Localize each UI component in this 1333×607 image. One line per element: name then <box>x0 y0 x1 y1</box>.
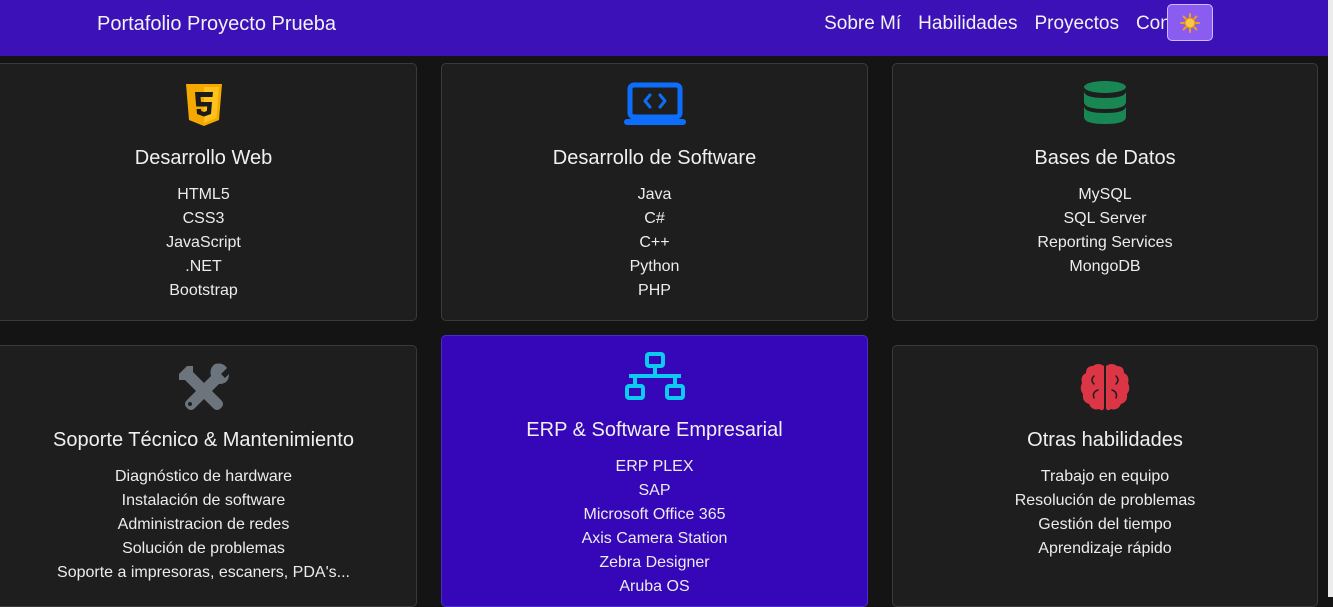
card-title: ERP & Software Empresarial <box>526 419 783 441</box>
skill-list: HTML5 CSS3 JavaScript .NET Bootstrap <box>0 183 416 303</box>
list-item: Aruba OS <box>619 578 690 595</box>
list-item: Instalación de software <box>121 492 286 509</box>
card-title: Desarrollo Web <box>134 147 273 169</box>
navbar: Portafolio Proyecto Prueba Sobre Mí Habi… <box>0 0 1328 56</box>
list-item: Zebra Designer <box>599 554 710 571</box>
list-item: Resolución de problemas <box>1014 492 1196 509</box>
skill-list: MySQL SQL Server Reporting Services Mong… <box>893 183 1317 279</box>
list-item: Bootstrap <box>169 282 238 299</box>
brand-link[interactable]: Portafolio Proyecto Prueba <box>97 13 336 36</box>
list-item: CSS3 <box>182 210 225 227</box>
tools-icon <box>178 363 229 410</box>
sun-icon <box>1180 12 1200 33</box>
skill-list: Java C# C++ Python PHP <box>442 183 867 303</box>
list-item: Aprendizaje rápido <box>1038 540 1172 557</box>
list-item: Reporting Services <box>1037 234 1173 251</box>
list-item: Trabajo en equipo <box>1040 468 1170 485</box>
card-title: Soporte Técnico & Mantenimiento <box>53 429 354 451</box>
card-title: Bases de Datos <box>1034 147 1176 169</box>
nav-link-sobre-mi[interactable]: Sobre Mí <box>824 13 901 35</box>
list-item: PHP <box>638 282 671 299</box>
list-item: Soporte a impresoras, escaners, PDA's... <box>57 564 350 581</box>
list-item: JavaScript <box>166 234 241 251</box>
list-item: Diagnóstico de hardware <box>115 468 292 485</box>
list-item: Gestión del tiempo <box>1038 516 1172 533</box>
theme-toggle-button[interactable] <box>1167 4 1213 41</box>
nav-links: Sobre Mí Habilidades Proyectos Contacto <box>824 13 1212 35</box>
card-title: Desarrollo de Software <box>552 147 757 169</box>
database-icon <box>1084 81 1126 124</box>
list-item: .NET <box>185 258 222 275</box>
list-item: MongoDB <box>1069 258 1141 275</box>
skill-list: Trabajo en equipo Resolución de problema… <box>893 465 1317 561</box>
nav-link-proyectos[interactable]: Proyectos <box>1034 13 1118 35</box>
skill-card-otras-habilidades: Otras habilidades Trabajo en equipo Reso… <box>892 345 1318 607</box>
list-item: Java <box>637 186 672 203</box>
skill-card-bases-datos: Bases de Datos MySQL SQL Server Reportin… <box>892 63 1318 321</box>
skill-card-soporte-tecnico: Soporte Técnico & Mantenimiento Diagnóst… <box>0 345 417 607</box>
list-item: C# <box>644 210 665 227</box>
network-icon <box>624 352 685 400</box>
list-item: Microsoft Office 365 <box>583 506 726 523</box>
list-item: Solución de problemas <box>122 540 285 557</box>
laptop-code-icon <box>623 82 686 125</box>
list-item: Axis Camera Station <box>581 530 728 547</box>
skill-card-erp: ERP & Software Empresarial ERP PLEX SAP … <box>441 335 868 607</box>
skill-card-desarrollo-software: Desarrollo de Software Java C# C++ Pytho… <box>441 63 868 321</box>
nav-link-habilidades[interactable]: Habilidades <box>918 13 1017 35</box>
list-item: HTML5 <box>177 186 230 203</box>
scrollbar[interactable] <box>1328 0 1333 597</box>
list-item: ERP PLEX <box>615 458 694 475</box>
html5-icon <box>185 84 222 126</box>
card-title: Otras habilidades <box>1027 429 1183 451</box>
list-item: C++ <box>639 234 670 251</box>
list-item: Administracion de redes <box>117 516 290 533</box>
list-item: SAP <box>638 482 671 499</box>
skill-list: ERP PLEX SAP Microsoft Office 365 Axis C… <box>442 455 867 599</box>
list-item: SQL Server <box>1063 210 1147 227</box>
list-item: MySQL <box>1078 186 1132 203</box>
list-item: Python <box>629 258 680 275</box>
skill-list: Diagnóstico de hardware Instalación de s… <box>0 465 416 585</box>
skill-card-desarrollo-web: Desarrollo Web HTML5 CSS3 JavaScript .NE… <box>0 63 417 321</box>
brain-icon <box>1080 364 1130 411</box>
